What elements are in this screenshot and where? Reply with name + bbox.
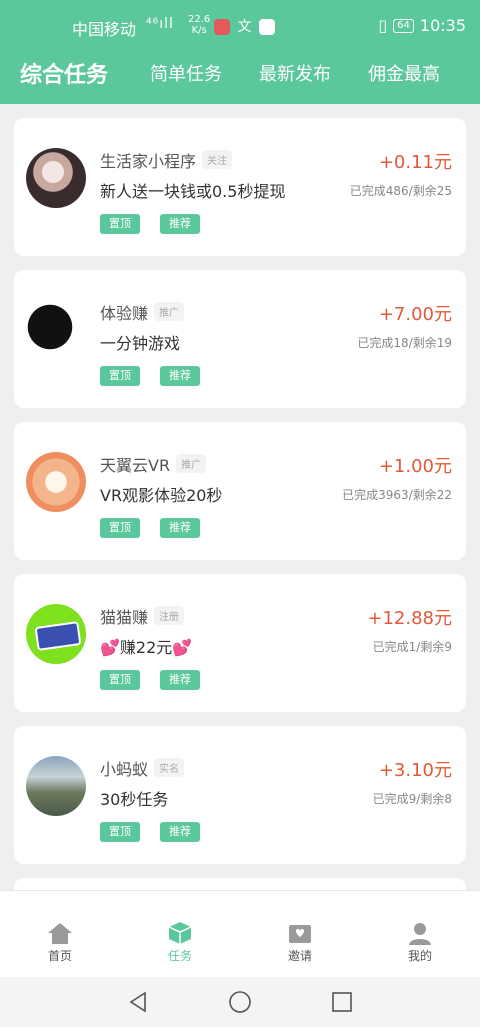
task-description: 30秒任务	[100, 790, 169, 809]
speed-value: 22.6	[188, 14, 211, 25]
bottom-nav: 首页 任务 邀请 我的	[0, 890, 480, 977]
pin-top-button[interactable]: 置顶	[100, 214, 140, 234]
task-reward: +0.11元	[378, 152, 452, 173]
task-progress: 已完成486/剩余25	[349, 184, 452, 198]
home-icon	[48, 923, 72, 944]
profile-icon	[409, 923, 431, 945]
task-description: 新人送一块钱或0.5秒提现	[100, 182, 286, 201]
task-reward: +12.88元	[367, 608, 452, 629]
tab-highest-commission[interactable]: 佣金最高	[368, 60, 440, 86]
status-bar: 中国移动 ⁴⁶ıll 22.6 K/s 文 ▯ 64 10:35	[0, 0, 480, 52]
task-name-text: 生活家小程序	[100, 152, 197, 171]
nav-profile[interactable]: 我的	[390, 921, 450, 964]
task-avatar	[26, 452, 86, 512]
battery-icon: 64	[393, 18, 414, 33]
pin-top-button[interactable]: 置顶	[100, 822, 140, 842]
pin-top-button[interactable]: 置顶	[100, 518, 140, 538]
task-name: 体验赚 推广	[100, 300, 185, 324]
task-card[interactable]: 小蚂蚁 实名 30秒任务 +3.10元 已完成9/剩余8 置顶 推荐	[14, 726, 466, 864]
task-reward: +3.10元	[378, 760, 452, 781]
task-card[interactable]: 体验赚 推广 一分钟游戏 +7.00元 已完成18/剩余19 置顶 推荐	[14, 270, 466, 408]
top-header: 中国移动 ⁴⁶ıll 22.6 K/s 文 ▯ 64 10:35 综合任务 简单…	[0, 0, 480, 104]
task-tabs: 综合任务 简单任务 最新发布 佣金最高	[0, 60, 480, 96]
task-name-text: 小蚂蚁	[100, 760, 149, 779]
task-name-text: 天翼云VR	[100, 456, 171, 475]
task-avatar	[26, 300, 86, 360]
pin-top-button[interactable]: 置顶	[100, 366, 140, 386]
back-icon[interactable]	[126, 990, 150, 1014]
task-tag: 关注	[202, 150, 233, 169]
signal-icon: ⁴⁶ıll	[146, 16, 174, 32]
nav-label: 任务	[167, 949, 192, 963]
task-avatar	[26, 604, 86, 664]
recommend-button[interactable]: 推荐	[160, 670, 200, 690]
task-progress: 已完成3963/剩余22	[342, 488, 452, 502]
task-card[interactable]: 猫猫赚 注册 💕赚22元💕 +12.88元 已完成1/剩余9 置顶 推荐	[14, 574, 466, 712]
task-name-text: 猫猫赚	[100, 608, 149, 627]
task-description: VR观影体验20秒	[100, 486, 223, 505]
recommend-button[interactable]: 推荐	[160, 518, 200, 538]
nav-home[interactable]: 首页	[30, 921, 90, 964]
translate-icon: 文	[237, 19, 252, 35]
task-name: 小蚂蚁 实名	[100, 756, 185, 780]
task-tag: 推广	[154, 302, 185, 321]
task-reward: +1.00元	[378, 456, 452, 477]
task-description: 💕赚22元💕	[100, 638, 193, 657]
task-name-text: 体验赚	[100, 304, 149, 323]
notification-icons: 文	[212, 16, 275, 36]
carrier-label: 中国移动	[72, 20, 137, 39]
task-description: 一分钟游戏	[100, 334, 181, 353]
task-tag: 实名	[154, 758, 185, 777]
recents-icon[interactable]	[330, 990, 354, 1014]
task-progress: 已完成18/剩余19	[357, 336, 452, 350]
task-card[interactable]: 生活家小程序 关注 新人送一块钱或0.5秒提现 +0.11元 已完成486/剩余2…	[14, 118, 466, 256]
system-nav-bar	[0, 977, 480, 1027]
invite-heart-icon	[289, 925, 311, 943]
task-list[interactable]: 生活家小程序 关注 新人送一块钱或0.5秒提现 +0.11元 已完成486/剩余2…	[0, 104, 480, 890]
task-progress: 已完成1/剩余9	[372, 640, 452, 654]
task-tag: 推广	[176, 454, 207, 473]
tab-simple[interactable]: 简单任务	[150, 60, 222, 86]
nav-label: 我的	[407, 949, 432, 963]
recommend-button[interactable]: 推荐	[160, 366, 200, 386]
nav-tasks[interactable]: 任务	[150, 921, 210, 964]
task-tag: 注册	[154, 606, 185, 625]
recommend-button[interactable]: 推荐	[160, 822, 200, 842]
task-card[interactable]	[14, 878, 466, 890]
tab-latest[interactable]: 最新发布	[259, 60, 331, 86]
task-progress: 已完成9/剩余8	[372, 792, 452, 806]
task-name: 天翼云VR 推广	[100, 452, 207, 476]
speed-unit: K/s	[191, 25, 207, 36]
app-notification-icon	[214, 19, 230, 35]
task-avatar	[26, 148, 86, 208]
app-notification-icon	[258, 19, 275, 35]
nav-invite[interactable]: 邀请	[270, 921, 330, 964]
vibrate-icon: ▯	[378, 16, 388, 35]
task-name: 生活家小程序 关注	[100, 148, 233, 172]
tab-comprehensive[interactable]: 综合任务	[20, 57, 108, 89]
task-card[interactable]: 天翼云VR 推广 VR观影体验20秒 +1.00元 已完成3963/剩余22 置顶…	[14, 422, 466, 560]
network-speed: 22.6 K/s	[188, 14, 210, 36]
recommend-button[interactable]: 推荐	[160, 214, 200, 234]
task-name: 猫猫赚 注册	[100, 604, 185, 628]
logo-badge	[34, 621, 82, 651]
pin-top-button[interactable]: 置顶	[100, 670, 140, 690]
clock: 10:35	[419, 16, 466, 35]
home-circle-icon[interactable]	[228, 990, 252, 1014]
task-avatar	[26, 756, 86, 816]
task-reward: +7.00元	[378, 304, 452, 325]
status-right: ▯ 64 10:35	[378, 16, 466, 35]
task-cube-icon	[168, 922, 192, 944]
nav-label: 邀请	[287, 949, 312, 963]
nav-label: 首页	[47, 949, 72, 963]
